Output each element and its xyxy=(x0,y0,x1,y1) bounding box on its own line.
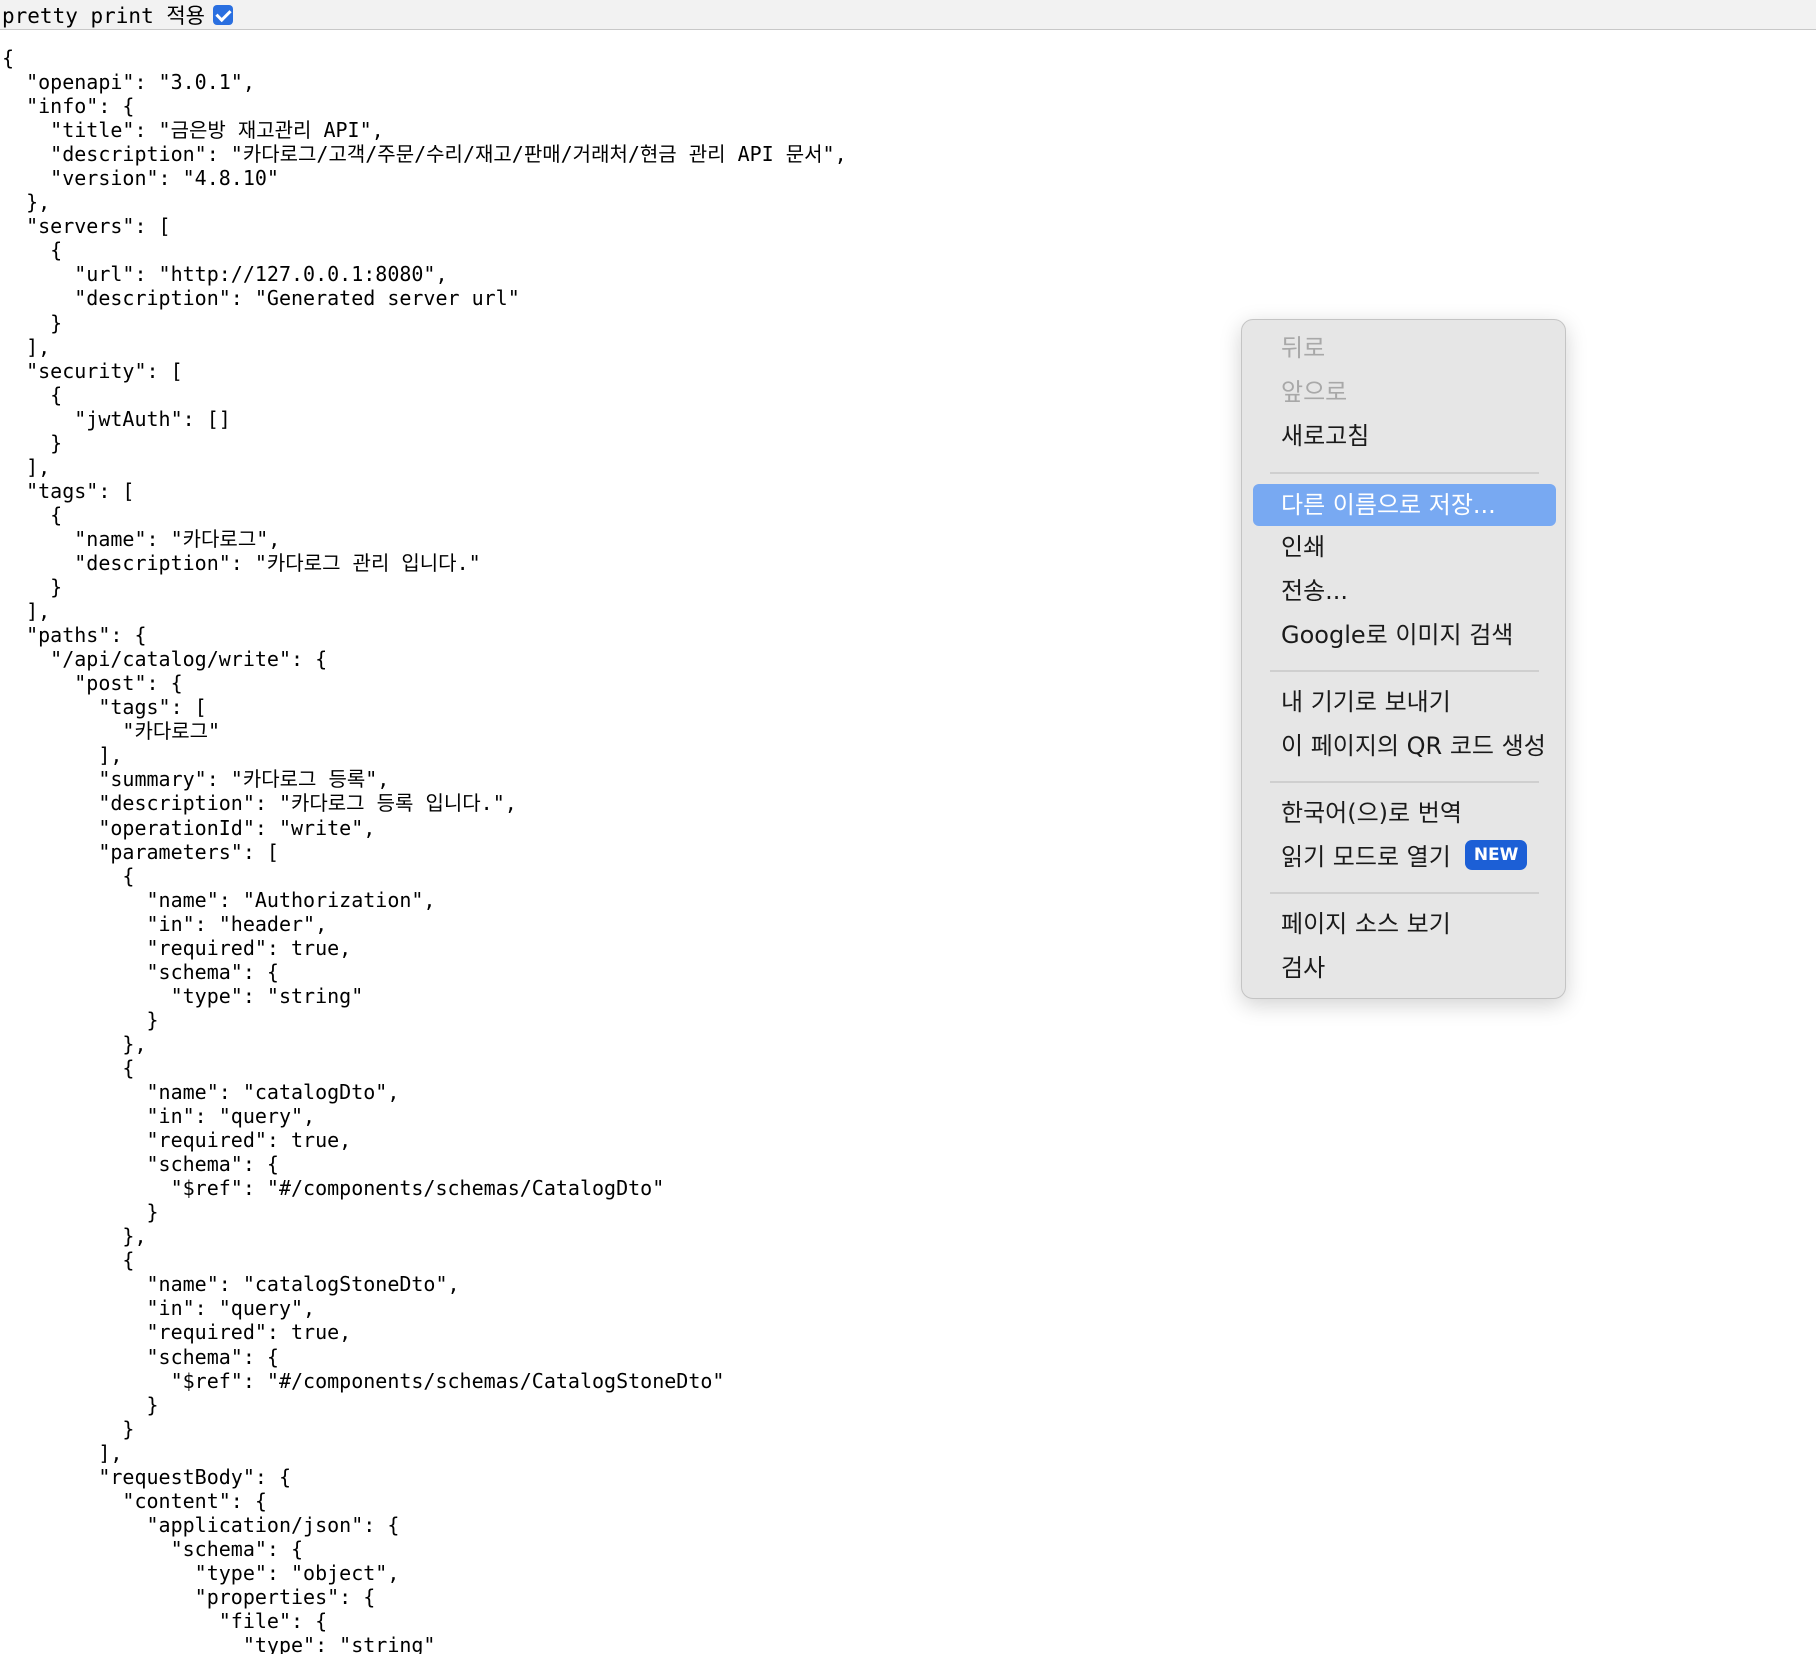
menu-separator xyxy=(1270,472,1539,474)
menu-separator xyxy=(1270,892,1539,894)
pretty-print-toolbar: pretty print 적용 xyxy=(0,0,1816,30)
menu-item-inspect[interactable]: 검사 xyxy=(1253,947,1556,989)
menu-item-forward[interactable]: 앞으로 xyxy=(1253,371,1556,413)
menu-item-google-image-search[interactable]: Google로 이미지 검색 xyxy=(1253,614,1556,656)
menu-item-reload[interactable]: 새로고침 xyxy=(1253,415,1556,457)
menu-item-print[interactable]: 인쇄 xyxy=(1253,526,1556,568)
new-badge: NEW xyxy=(1464,840,1528,870)
menu-item-cast[interactable]: 전송... xyxy=(1253,570,1556,612)
menu-item-back[interactable]: 뒤로 xyxy=(1253,327,1556,369)
context-menu: 뒤로 앞으로 새로고침 다른 이름으로 저장... 인쇄 전송... Googl… xyxy=(1241,319,1566,999)
menu-separator xyxy=(1270,781,1539,783)
menu-item-save-as[interactable]: 다른 이름으로 저장... xyxy=(1253,484,1556,526)
pretty-print-label: pretty print 적용 xyxy=(2,3,205,28)
menu-item-view-source[interactable]: 페이지 소스 보기 xyxy=(1253,903,1556,945)
menu-item-send-to-devices[interactable]: 내 기기로 보내기 xyxy=(1253,681,1556,723)
menu-item-reading-mode-label: 읽기 모드로 열기 xyxy=(1281,843,1451,871)
menu-item-reading-mode[interactable]: 읽기 모드로 열기 NEW xyxy=(1253,836,1556,878)
json-source-view: { "openapi": "3.0.1", "info": { "title":… xyxy=(2,46,847,1654)
menu-separator xyxy=(1270,670,1539,672)
menu-item-translate[interactable]: 한국어(으)로 번역 xyxy=(1253,792,1556,834)
pretty-print-checkbox[interactable] xyxy=(213,4,233,25)
menu-item-qr-code[interactable]: 이 페이지의 QR 코드 생성 xyxy=(1253,725,1556,767)
